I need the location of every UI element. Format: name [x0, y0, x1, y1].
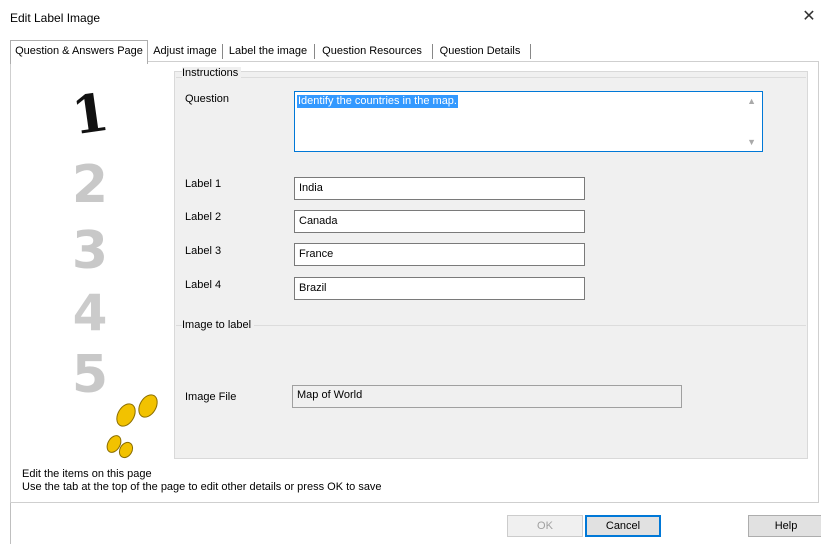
question-textarea[interactable]: Identify the countries in the map. ▲ ▼: [294, 91, 763, 152]
image-group-line: [176, 325, 806, 326]
close-icon[interactable]: ✕: [797, 6, 821, 28]
step-number-3: 3: [72, 221, 108, 281]
step-number-4: 4: [73, 284, 108, 342]
tab-adjust-image[interactable]: Adjust image: [152, 42, 218, 62]
step-number-2: 2: [72, 155, 108, 215]
tab-divider: [314, 44, 315, 59]
label-4-caption: Label 4: [185, 279, 222, 291]
tab-label: Label the image: [228, 45, 308, 57]
tab-label: Question Details: [439, 45, 521, 57]
tab-label: Question Resources: [322, 45, 422, 57]
tab-divider: [432, 44, 433, 59]
help-button[interactable]: Help: [748, 515, 821, 537]
label-2-input[interactable]: Canada: [294, 210, 585, 233]
step-number-1: 1: [68, 82, 112, 147]
label-1-input[interactable]: India: [294, 177, 585, 200]
label-3-input[interactable]: France: [294, 243, 585, 266]
tab-label: Adjust image: [153, 45, 217, 57]
step-number-5: 5: [72, 345, 108, 405]
label-1-caption: Label 1: [185, 178, 222, 190]
image-group-legend: Image to label: [182, 319, 255, 331]
tab-divider: [222, 44, 223, 59]
footprints-icon: [106, 394, 158, 459]
tab-strip: Question & Answers Page Adjust image Lab…: [10, 40, 810, 64]
scroll-up-icon[interactable]: ▲: [747, 96, 756, 106]
image-file-label: Image File: [185, 391, 237, 403]
instructions-group-line: [176, 77, 806, 78]
tab-question-details[interactable]: Question Details: [436, 42, 524, 62]
label-4-input[interactable]: Brazil: [294, 277, 585, 300]
tab-question-resources[interactable]: Question Resources: [318, 42, 426, 62]
status-line-2: Use the tab at the top of the page to ed…: [22, 481, 382, 493]
steps-graphic: 1 2 3 4 5: [68, 82, 158, 459]
tab-divider: [530, 44, 531, 59]
tab-label-the-image[interactable]: Label the image: [226, 42, 310, 62]
tab-label: Question & Answers Page: [15, 45, 143, 57]
title-bar: Edit Label Image ✕: [0, 0, 821, 32]
question-label: Question: [185, 93, 230, 105]
scroll-down-icon[interactable]: ▼: [747, 137, 756, 147]
question-text: Identify the countries in the map.: [297, 95, 458, 108]
instructions-legend: Instructions: [182, 67, 242, 79]
cancel-button[interactable]: Cancel: [585, 515, 661, 537]
label-2-caption: Label 2: [185, 211, 222, 223]
label-3-caption: Label 3: [185, 245, 222, 257]
image-file-field: Map of World: [292, 385, 682, 408]
status-line-1: Edit the items on this page: [22, 468, 152, 480]
ok-button[interactable]: OK: [507, 515, 583, 537]
window-title: Edit Label Image: [10, 11, 101, 25]
tab-question-answers-page[interactable]: Question & Answers Page: [10, 40, 148, 64]
steps-illustration: 1 2 3 4 5: [28, 72, 166, 465]
